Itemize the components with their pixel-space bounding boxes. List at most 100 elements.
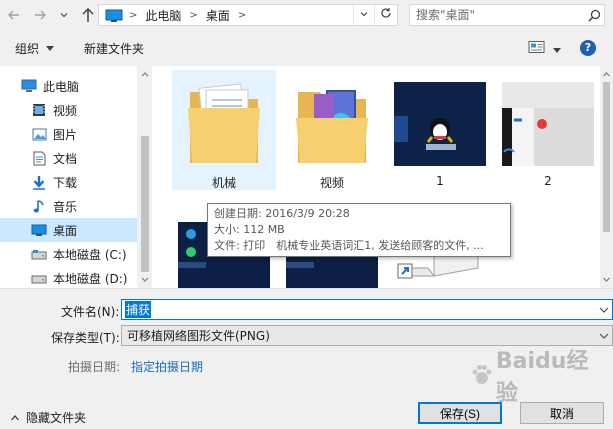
document-icon bbox=[31, 150, 47, 166]
breadcrumb-separator-icon: > bbox=[189, 9, 198, 21]
address-bar[interactable]: > 此电脑 > 桌面 > bbox=[98, 4, 398, 26]
sidebar-item-label: 文档 bbox=[53, 151, 78, 166]
address-dropdown-button[interactable] bbox=[353, 5, 374, 25]
sidebar-item-label: 图片 bbox=[53, 127, 78, 142]
file-info-tooltip: 创建日期: 2016/3/9 20:28 大小: 112 MB 文件: 打印 机… bbox=[207, 203, 511, 257]
sidebar-item-label: 视频 bbox=[53, 103, 78, 118]
sidebar-item-label: 本地磁盘 (D:) bbox=[53, 271, 128, 286]
computer-icon bbox=[21, 78, 37, 94]
filetype-value: 可移植网络图形文件(PNG) bbox=[127, 329, 270, 343]
chevron-up-icon bbox=[11, 414, 19, 420]
cancel-label: 取消 bbox=[549, 406, 574, 421]
chevron-down-icon bbox=[599, 333, 609, 339]
file-name: 视频 bbox=[319, 176, 344, 190]
sidebar-item-label: 此电脑 bbox=[43, 79, 80, 94]
scroll-down-icon bbox=[603, 277, 610, 282]
sidebar-item-pictures[interactable]: 图片 bbox=[0, 122, 137, 146]
cancel-button[interactable]: 取消 bbox=[520, 402, 604, 424]
filename-field[interactable]: 捕获 bbox=[121, 299, 613, 320]
download-icon bbox=[31, 174, 47, 190]
hide-folders-label: 隐藏文件夹 bbox=[26, 411, 87, 425]
folder-icon bbox=[188, 83, 260, 163]
arrow-left-icon bbox=[8, 10, 19, 20]
sidebar-item-drive-c[interactable]: 本地磁盘 (C:) bbox=[0, 242, 137, 266]
hide-folders-button[interactable]: 隐藏文件夹 bbox=[10, 409, 86, 426]
recent-locations-button[interactable] bbox=[58, 9, 70, 21]
help-icon: ? bbox=[580, 40, 596, 56]
save-form: 文件名(N): 捕获 保存类型(T): 可移植网络图形文件(PNG) 拍摄日期:… bbox=[0, 288, 613, 429]
new-folder-label: 新建文件夹 bbox=[84, 42, 145, 56]
file-list-scrollbar[interactable] bbox=[600, 66, 613, 288]
file-name: 机械 bbox=[211, 176, 236, 190]
specify-date-link[interactable]: 指定拍摄日期 bbox=[131, 358, 203, 375]
breadcrumb-item-desktop[interactable]: 桌面 bbox=[206, 7, 230, 24]
new-folder-button[interactable]: 新建文件夹 bbox=[84, 40, 144, 56]
view-menu-button[interactable] bbox=[552, 43, 562, 53]
scroll-up-icon bbox=[141, 72, 149, 77]
sidebar-item-desktop[interactable]: 桌面 bbox=[0, 218, 137, 242]
paw-icon bbox=[472, 364, 492, 384]
sidebar-item-documents[interactable]: 文档 bbox=[0, 146, 137, 170]
drive-icon bbox=[31, 270, 47, 286]
save-label: 保存(S) bbox=[440, 406, 480, 421]
scrollbar-thumb[interactable] bbox=[141, 136, 149, 272]
file-item-image[interactable]: 2 bbox=[496, 70, 600, 190]
sidebar-item-this-pc[interactable]: 此电脑 bbox=[0, 74, 137, 98]
image-thumbnail-icon bbox=[394, 82, 486, 166]
breadcrumb-separator-icon: > bbox=[129, 9, 138, 21]
filetype-label: 保存类型(T): bbox=[51, 331, 120, 345]
search-icon[interactable] bbox=[584, 9, 604, 22]
navigation-pane: 此电脑 视频 图片 文档 下载 音乐 桌面 本地磁盘 (C:) 本地磁盘 (D:… bbox=[0, 66, 137, 288]
drive-icon bbox=[31, 246, 47, 262]
scroll-down-icon bbox=[141, 277, 149, 282]
breadcrumb-separator-icon: > bbox=[237, 9, 247, 21]
back-button[interactable] bbox=[6, 7, 22, 23]
forward-button[interactable] bbox=[32, 7, 48, 23]
chevron-down-icon bbox=[360, 12, 368, 17]
caret-down-icon bbox=[553, 48, 561, 53]
refresh-button[interactable] bbox=[374, 5, 397, 25]
save-button[interactable]: 保存(S) bbox=[418, 402, 502, 424]
chevron-down-icon[interactable] bbox=[598, 305, 610, 315]
picture-icon bbox=[31, 126, 47, 142]
search-input[interactable] bbox=[410, 8, 582, 22]
organize-label: 组织 bbox=[15, 41, 40, 56]
help-button[interactable]: ? bbox=[580, 39, 598, 57]
file-item-image[interactable]: 1 bbox=[388, 70, 492, 190]
sidebar-item-label: 桌面 bbox=[53, 223, 78, 238]
file-item-folder[interactable]: 视频 bbox=[280, 70, 384, 190]
filename-label: 文件名(N): bbox=[61, 305, 120, 319]
file-item-folder[interactable]: 机械 bbox=[172, 70, 276, 190]
music-icon bbox=[31, 198, 47, 214]
scrollbar-thumb[interactable] bbox=[603, 82, 610, 232]
file-name: 2 bbox=[544, 174, 552, 188]
command-bar: 组织 新建文件夹 ? bbox=[0, 34, 613, 62]
view-options-icon bbox=[528, 41, 545, 53]
video-icon bbox=[31, 102, 47, 118]
arrow-right-icon bbox=[35, 10, 46, 20]
watermark-text: Baidu经验 bbox=[495, 348, 589, 406]
sidebar-item-music[interactable]: 音乐 bbox=[0, 194, 137, 218]
breadcrumb-item-this-pc[interactable]: 此电脑 bbox=[145, 7, 181, 24]
arrow-up-icon bbox=[82, 7, 94, 22]
sidebar-scrollbar[interactable] bbox=[138, 66, 152, 288]
desktop-icon bbox=[31, 222, 47, 238]
tooltip-created-date: 创建日期: 2016/3/9 20:28 bbox=[214, 207, 350, 220]
sidebar-item-label: 音乐 bbox=[53, 199, 78, 214]
sidebar-item-drive-d[interactable]: 本地磁盘 (D:) bbox=[0, 266, 137, 288]
nav-bar: > 此电脑 > 桌面 > bbox=[0, 0, 613, 30]
sidebar-item-downloads[interactable]: 下载 bbox=[0, 170, 137, 194]
filename-value[interactable]: 捕获 bbox=[125, 301, 152, 318]
up-button[interactable] bbox=[80, 6, 96, 24]
tooltip-size: 大小: 112 MB bbox=[214, 223, 285, 236]
desktop-icon bbox=[105, 9, 123, 22]
folder-icon bbox=[296, 90, 368, 163]
watermark: Baidu经验 bbox=[470, 349, 610, 406]
sidebar-item-label: 本地磁盘 (C:) bbox=[53, 247, 127, 262]
scroll-up-icon bbox=[603, 72, 610, 77]
change-view-button[interactable] bbox=[528, 40, 546, 56]
search-box bbox=[409, 4, 605, 26]
chevron-down-icon bbox=[60, 13, 68, 18]
sidebar-item-videos[interactable]: 视频 bbox=[0, 98, 137, 122]
organize-button[interactable]: 组织 bbox=[15, 40, 55, 56]
